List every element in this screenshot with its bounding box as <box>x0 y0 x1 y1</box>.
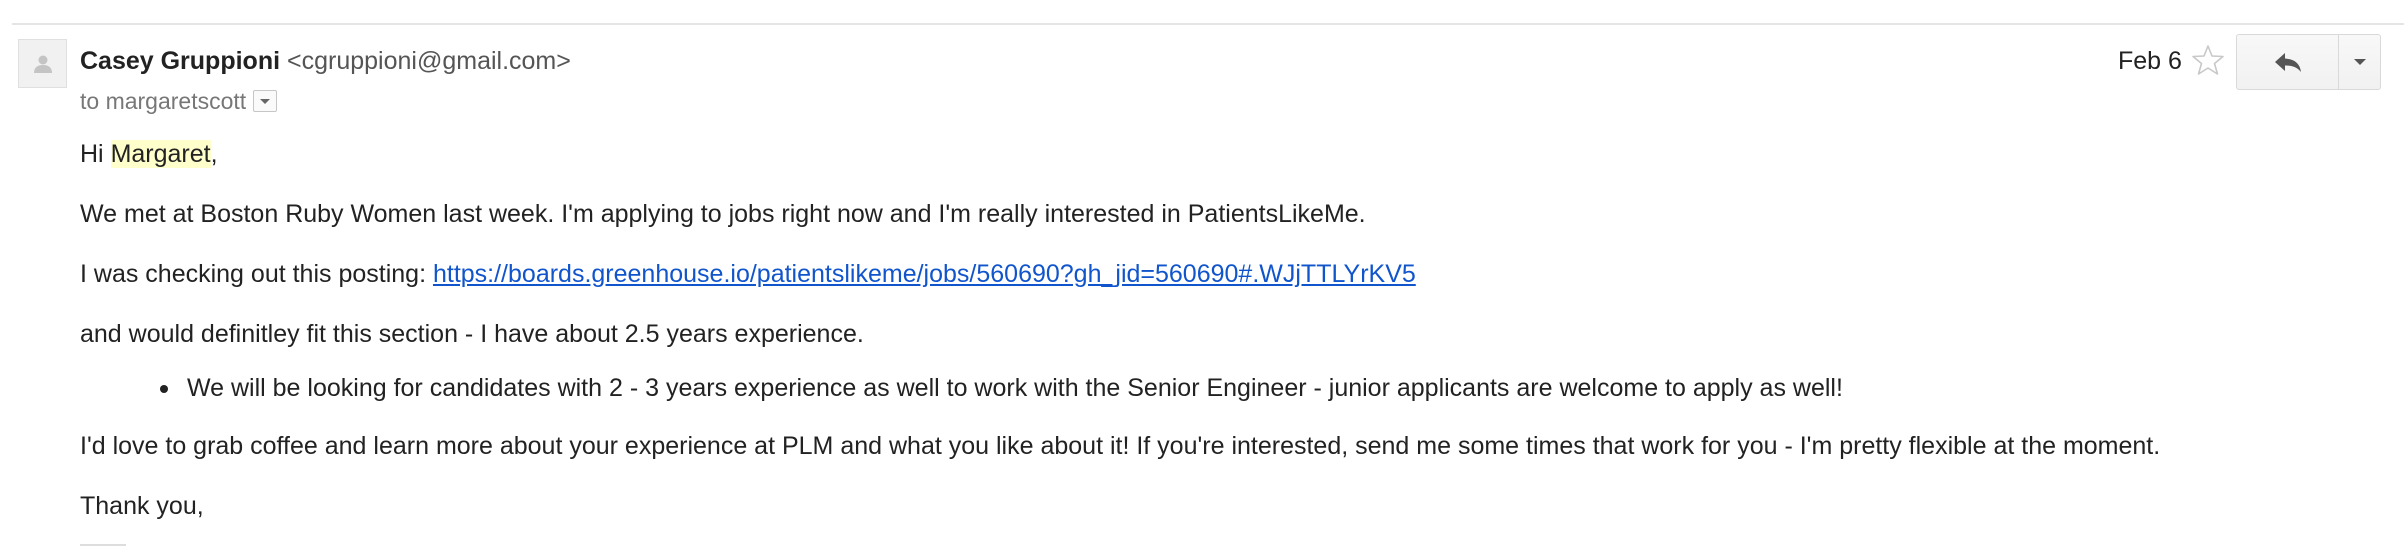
message-divider <box>12 23 2404 25</box>
star-icon[interactable] <box>2190 42 2226 78</box>
sender-line: Casey Gruppioni <cgruppioni@gmail.com> <box>80 46 571 76</box>
sender-name[interactable]: Casey Gruppioni <box>80 47 280 75</box>
recipient-label: to margaretscott <box>80 88 247 114</box>
reply-arrow-icon <box>2274 53 2301 72</box>
body-paragraph-2: I was checking out this posting: https:/… <box>80 259 1416 289</box>
greeting-prefix: Hi <box>80 140 111 168</box>
body-paragraph-4: I'd love to grab coffee and learn more a… <box>80 432 2161 460</box>
person-silhouette-icon <box>33 55 52 73</box>
sender-email: <cgruppioni@gmail.com> <box>287 47 571 75</box>
more-actions-button[interactable] <box>2339 35 2380 89</box>
list-item: We will be looking for candidates with 2… <box>160 373 1843 403</box>
show-details-button[interactable] <box>253 90 278 112</box>
reply-button-group <box>2236 34 2381 90</box>
message-date[interactable]: Feb 6 <box>2118 46 2182 76</box>
greeting-name: Margaret <box>110 140 211 168</box>
job-posting-link[interactable]: https://boards.greenhouse.io/patientslik… <box>433 260 1416 288</box>
bullet-text: We will be looking for candidates with 2… <box>187 374 1843 402</box>
recipient-line: to margaretscott <box>80 86 278 116</box>
chevron-down-icon <box>2353 59 2366 65</box>
body-paragraph-1: We met at Boston Ruby Women last week. I… <box>80 200 1366 228</box>
posting-intro: I was checking out this posting: <box>80 260 433 288</box>
closing-line: Thank you, <box>80 492 204 520</box>
avatar[interactable] <box>18 39 67 88</box>
reply-button[interactable] <box>2237 35 2339 89</box>
body-paragraph-3: and would definitley fit this section - … <box>80 320 864 348</box>
bullet-icon <box>160 385 168 393</box>
greeting: Hi Margaret, <box>80 139 218 169</box>
greeting-suffix: , <box>210 140 218 168</box>
